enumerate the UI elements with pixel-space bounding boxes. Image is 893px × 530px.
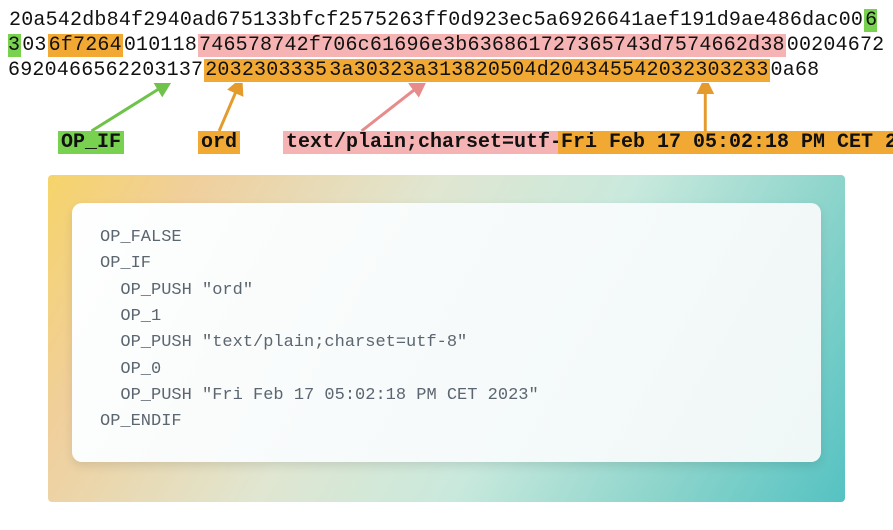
script-op: OP_PUSH: [120, 281, 191, 300]
hex-seg2-span: 03: [21, 34, 47, 57]
script-string: "Fri Feb 17 05:02:18 PM CET 2023": [202, 386, 539, 405]
hex-seg6-span: 0a68: [770, 59, 821, 82]
hex-seg3-span: 010118: [123, 34, 198, 57]
hex-seg5-span: 3a30323a313820504d204345542032303233: [328, 59, 769, 82]
script-string: "ord": [202, 281, 253, 300]
script-op: OP_PUSH: [120, 386, 191, 405]
hex-ord-span: 6f7264: [48, 34, 123, 57]
hex-dump: 20a542db84f2940ad675133bfcf2575263ff0d92…: [8, 8, 885, 83]
script-op: OP_ENDIF: [100, 412, 182, 431]
script-line: OP_IF: [100, 251, 793, 277]
legend-date: Fri Feb 17 05:02:18 PM CET 2023: [558, 131, 893, 154]
script-line: OP_PUSH "ord": [100, 278, 793, 304]
script-panel: OP_FALSE OP_IF OP_PUSH "ord" OP_1 OP_PUSH "t…: [48, 175, 845, 502]
script-op: OP_IF: [100, 254, 151, 273]
script-line: OP_1: [100, 304, 793, 330]
script-op: OP_FALSE: [100, 228, 182, 247]
hex-date-span: 2032303335: [204, 59, 328, 82]
script-op: OP_1: [120, 307, 161, 326]
hex-seg1-span: 20a542db84f2940ad675133bfcf2575263ff0d92…: [8, 9, 864, 32]
legend-ctype: text/plain;charset=utf-8: [283, 131, 577, 154]
script-line: OP_PUSH "Fri Feb 17 05:02:18 PM CET 2023…: [100, 383, 793, 409]
legend-ord: ord: [198, 131, 240, 154]
hex-ctype-span: 746578742f706c61696e3b636861727365743d75…: [198, 34, 786, 57]
script-codebox: OP_FALSE OP_IF OP_PUSH "ord" OP_1 OP_PUSH "t…: [72, 203, 821, 462]
legend-row: OP_IF ord text/plain;charset=utf-8 Fri F…: [8, 83, 885, 163]
legend-opif: OP_IF: [58, 131, 124, 154]
script-string: "text/plain;charset=utf-8": [202, 333, 467, 352]
script-line: OP_FALSE: [100, 225, 793, 251]
script-line: OP_ENDIF: [100, 409, 793, 435]
script-op: OP_0: [120, 360, 161, 379]
script-line: OP_PUSH "text/plain;charset=utf-8": [100, 330, 793, 356]
script-op: OP_PUSH: [120, 333, 191, 352]
script-line: OP_0: [100, 357, 793, 383]
